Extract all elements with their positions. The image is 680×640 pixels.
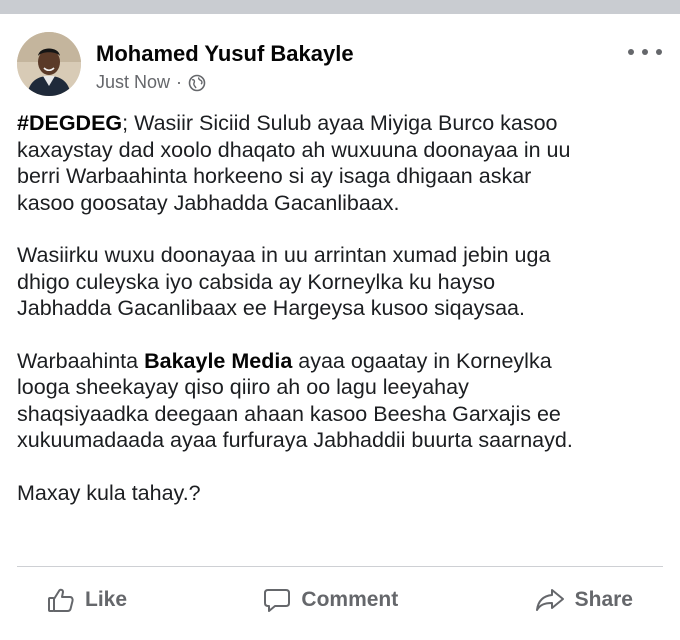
post-line: kasoo goosatay Jabhadda Gacanlibaax. xyxy=(17,190,400,215)
post-paragraph: Wasiirku wuxu doonayaa in uu arrintan xu… xyxy=(17,242,667,322)
post-line-prefix: Warbaahinta xyxy=(17,348,145,373)
post-line: berri Warbaahinta horkeeno si ay isaga d… xyxy=(17,164,532,188)
post-paragraph: #DEGDEG; Wasiir Siciid Sulub ayaa Miyiga… xyxy=(17,110,667,216)
post-line: looga sheekayay qiso qiiro ah oo lagu le… xyxy=(17,375,469,399)
post-line: Jabhadda Gacanlibaax ee Hargeysa kusoo s… xyxy=(17,296,525,320)
post-line: xukuumadaada ayaa furfuraya Jabhaddii bu… xyxy=(17,428,573,452)
post-line: Maxay kula tahay.? xyxy=(17,480,201,505)
post-line: dhigo culeyska iyo cabsida ay Korneylka … xyxy=(17,269,496,294)
post-line: ayaa ogaatay in Korneylka xyxy=(292,348,552,373)
like-label: Like xyxy=(85,588,128,611)
like-button[interactable]: Like xyxy=(17,583,157,617)
more-options-icon[interactable] xyxy=(628,44,662,60)
top-bar xyxy=(0,0,680,14)
post-line: ; Wasiir Siciid Sulub ayaa Miyiga Burco … xyxy=(122,111,558,135)
comment-label: Comment xyxy=(301,588,399,611)
globe-icon[interactable] xyxy=(188,74,206,92)
share-icon xyxy=(535,587,565,613)
post-meta: Just Now · xyxy=(96,72,206,93)
post-paragraph: Maxay kula tahay.? xyxy=(17,480,667,507)
comment-button[interactable]: Comment xyxy=(233,583,428,617)
post-paragraph: Warbaahinta Bakayle Media ayaa ogaatay i… xyxy=(17,348,667,454)
share-button[interactable]: Share xyxy=(505,583,663,617)
thumbs-up-icon xyxy=(47,587,75,613)
post-body: #DEGDEG; Wasiir Siciid Sulub ayaa Miyiga… xyxy=(17,110,667,506)
comment-icon xyxy=(263,587,291,613)
bold-text: Bakayle Media xyxy=(144,348,293,373)
meta-separator: · xyxy=(176,72,183,92)
post-line: shaqsiyaadka deegaan ahaan kasoo Beesha … xyxy=(17,401,561,426)
post-card: Mohamed Yusuf Bakayle Just Now · #DEGDEG… xyxy=(0,14,680,640)
action-bar: Like Comment Share xyxy=(17,580,663,620)
avatar-image xyxy=(17,32,81,96)
action-divider xyxy=(17,566,663,567)
hashtag-link[interactable]: #DEGDEG xyxy=(17,111,122,135)
author-name[interactable]: Mohamed Yusuf Bakayle xyxy=(96,41,354,67)
share-label: Share xyxy=(574,588,633,611)
post-line: kaxaystay dad xoolo dhaqato ah wuxuuna d… xyxy=(17,137,571,162)
post-timestamp[interactable]: Just Now xyxy=(96,72,170,93)
post-line: Wasiirku wuxu doonayaa in uu arrintan xu… xyxy=(17,243,551,267)
avatar[interactable] xyxy=(17,32,81,96)
